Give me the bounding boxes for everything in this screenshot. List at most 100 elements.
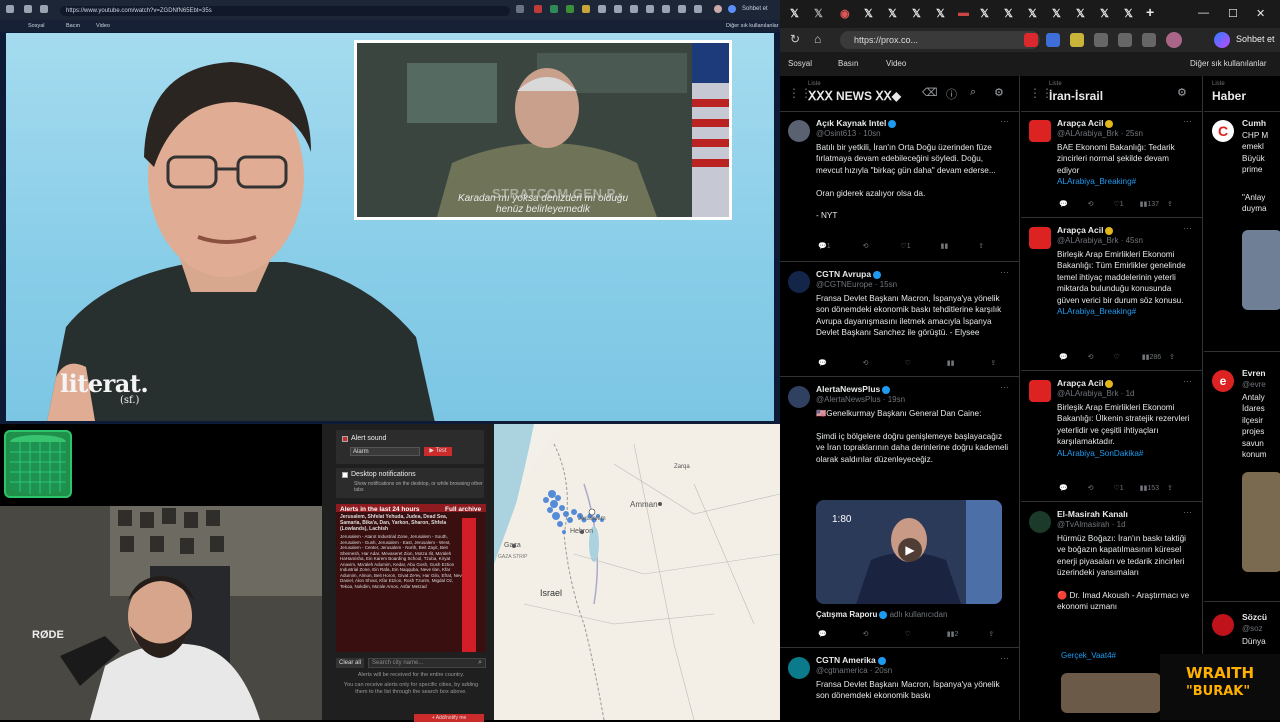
- share-icon[interactable]: ⇪: [1169, 354, 1175, 361]
- extension-icon[interactable]: [694, 5, 702, 13]
- search-icon[interactable]: ⌕: [970, 86, 976, 99]
- extension-icon[interactable]: [646, 5, 654, 13]
- extension-icon[interactable]: [516, 5, 524, 13]
- back-icon[interactable]: [6, 5, 14, 13]
- close-icon[interactable]: ✕: [1256, 7, 1265, 20]
- tweet-card[interactable]: Açık Kaynak Intel @Osint613 · 10sn ··· B…: [780, 112, 1019, 262]
- avatar[interactable]: [1029, 511, 1051, 533]
- address-bar[interactable]: https://www.youtube.com/watch?v=ZGDNfN65…: [60, 6, 510, 16]
- bookmark-item[interactable]: Sosyal: [28, 23, 45, 29]
- extension-icon[interactable]: [550, 5, 558, 13]
- chat-label[interactable]: Sohbet et: [1236, 34, 1275, 44]
- reply-icon[interactable]: 💬: [1059, 354, 1068, 361]
- more-icon[interactable]: ···: [1183, 116, 1192, 126]
- hashtag-link[interactable]: ALArabiya_Breaking#: [1057, 177, 1136, 186]
- tweet-image[interactable]: [1242, 230, 1280, 310]
- x-icon[interactable]: 𝕏: [1100, 7, 1109, 20]
- tweet-card[interactable]: Arapça Acil @ALArabiya_Brk · 25sn ··· BA…: [1021, 112, 1202, 218]
- extension-icon[interactable]: [534, 5, 542, 13]
- hashtag-link[interactable]: Gerçek_Vaat4#: [1061, 651, 1116, 660]
- extension-icon[interactable]: [582, 5, 590, 13]
- city-search-input[interactable]: Search city name... ⌕: [368, 658, 486, 668]
- x-icon[interactable]: 𝕏: [864, 7, 873, 20]
- play-icon[interactable]: ▶: [898, 538, 922, 562]
- x-icon[interactable]: 𝕏: [1028, 7, 1037, 20]
- desktop-notifications-checkbox[interactable]: [342, 472, 348, 478]
- tweet-card[interactable]: AlertaNewsPlus @AlertaNewsPlus · 19sn ··…: [780, 378, 1019, 648]
- x-icon[interactable]: 𝕏: [912, 7, 921, 20]
- more-icon[interactable]: ···: [1183, 507, 1192, 517]
- views-icon[interactable]: ▮▮: [947, 360, 955, 367]
- reply-icon[interactable]: 💬: [818, 243, 827, 250]
- extension-icon[interactable]: [1024, 33, 1038, 47]
- views-icon[interactable]: ▮▮: [941, 243, 949, 250]
- tweet-author[interactable]: CGTN Amerika: [816, 655, 886, 665]
- avatar[interactable]: C: [1212, 120, 1234, 142]
- avatar[interactable]: [1029, 227, 1051, 249]
- tweet-author[interactable]: Arapça Acil: [1057, 118, 1114, 128]
- reply-icon[interactable]: 💬: [1059, 485, 1068, 492]
- retweet-icon[interactable]: ⟲: [863, 631, 869, 638]
- extension-icon[interactable]: [1094, 33, 1108, 47]
- bookmark-item[interactable]: Diğer sık kullanılanlar: [1190, 59, 1266, 68]
- share-icon[interactable]: ⇪: [1167, 485, 1173, 492]
- video-player[interactable]: STRATCOM GEN P... Karadan mı yoksa deniz…: [6, 33, 774, 421]
- bookmark-item[interactable]: Basın: [838, 59, 858, 68]
- bookmark-item[interactable]: Video: [96, 23, 110, 29]
- tweet-card[interactable]: C Cumh CHP M emekl Büyük prime "Anlay du…: [1204, 112, 1280, 352]
- alert-map[interactable]: Amman Jerusalem Hebron Gaza GAZA STRIP I…: [494, 424, 780, 720]
- chat-label[interactable]: Sohbet et: [742, 6, 768, 12]
- retweet-icon[interactable]: ⟲: [863, 360, 869, 367]
- extension-icon[interactable]: [614, 5, 622, 13]
- copilot-icon[interactable]: [728, 5, 736, 13]
- x-icon[interactable]: 𝕏: [888, 7, 897, 20]
- avatar[interactable]: e: [1212, 370, 1234, 392]
- extension-icon[interactable]: [566, 5, 574, 13]
- more-icon[interactable]: ···: [1000, 382, 1009, 392]
- avatar[interactable]: [788, 271, 810, 293]
- hashtag-link[interactable]: ALArabiya_Breaking#: [1057, 307, 1136, 316]
- reply-icon[interactable]: 💬: [818, 360, 827, 367]
- x-icon[interactable]: 𝕏: [1052, 7, 1061, 20]
- more-icon[interactable]: ···: [1000, 653, 1009, 663]
- refresh-icon[interactable]: [24, 5, 32, 13]
- share-icon[interactable]: ⇪: [988, 631, 994, 638]
- extension-icon[interactable]: [630, 5, 638, 13]
- settings-icon[interactable]: ⚙: [994, 86, 1004, 99]
- extension-icon[interactable]: [598, 5, 606, 13]
- more-icon[interactable]: ···: [1000, 116, 1009, 126]
- tweet-video[interactable]: 1:80 ▶: [816, 500, 1002, 604]
- tweet-card[interactable]: CGTN Avrupa @CGTNEurope · 15sn ··· Frans…: [780, 263, 1019, 377]
- bookmark-item[interactable]: Bacın: [66, 23, 80, 29]
- minimize-icon[interactable]: —: [1198, 7, 1209, 19]
- home-icon[interactable]: ⌂: [814, 32, 821, 46]
- x-icon[interactable]: 𝕏: [980, 7, 989, 20]
- avatar[interactable]: [788, 386, 810, 408]
- extension-icon[interactable]: [662, 5, 670, 13]
- more-icon[interactable]: ···: [1183, 376, 1192, 386]
- extension-icon[interactable]: [1046, 33, 1060, 47]
- clear-all-button[interactable]: Clear all: [336, 658, 364, 668]
- alarm-select[interactable]: Alarm: [350, 447, 420, 456]
- x-icon[interactable]: 𝕏: [1076, 7, 1085, 20]
- quote-author[interactable]: Çatışma Raporu adlı kullanıcıdan: [816, 610, 947, 619]
- avatar[interactable]: [1029, 380, 1051, 402]
- avatar[interactable]: [788, 120, 810, 142]
- x-icon[interactable]: 𝕏: [814, 7, 823, 20]
- bookmark-item[interactable]: Video: [886, 59, 906, 68]
- avatar[interactable]: [1166, 32, 1182, 48]
- new-tab-icon[interactable]: +: [1146, 4, 1154, 20]
- info-icon[interactable]: ⓘ: [946, 86, 957, 102]
- clear-icon[interactable]: ⌫: [922, 86, 938, 99]
- tweet-card[interactable]: Arapça Acil @ALArabiya_Brk · 1d ··· Birl…: [1021, 372, 1202, 502]
- x-icon[interactable]: 𝕏: [790, 7, 799, 20]
- like-icon[interactable]: ♡: [1114, 354, 1120, 361]
- alerts-scroll-bar[interactable]: [462, 518, 476, 652]
- x-icon[interactable]: 𝕏: [1124, 7, 1133, 20]
- tweet-author[interactable]: Arapça Acil: [1057, 225, 1114, 235]
- tweet-author[interactable]: AlertaNewsPlus: [816, 384, 891, 394]
- bookmark-item[interactable]: Sosyal: [788, 59, 812, 68]
- search-icon[interactable]: ⌕: [478, 659, 482, 667]
- like-icon[interactable]: ♡: [905, 631, 911, 638]
- tweet-author[interactable]: Evren: [1242, 368, 1266, 378]
